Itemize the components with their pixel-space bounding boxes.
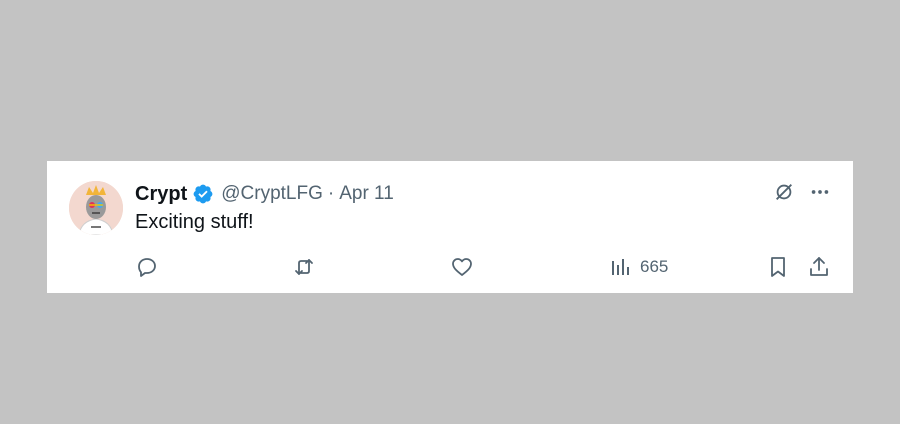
timestamp[interactable]: Apr 11	[339, 183, 394, 205]
more-options-icon[interactable]	[809, 181, 831, 203]
verified-badge-icon	[192, 183, 214, 205]
views-chart-icon	[612, 259, 629, 275]
share-icon	[810, 257, 828, 276]
grok-icon[interactable]	[773, 181, 795, 203]
user-handle[interactable]: @CryptLFG	[221, 183, 323, 205]
tweet-text: Exciting stuff!	[135, 211, 254, 233]
display-name[interactable]: Crypt	[135, 183, 187, 206]
avatar[interactable]	[69, 181, 123, 235]
separator-dot: ·	[327, 183, 335, 204]
retweet-icon	[295, 259, 313, 275]
share-button[interactable]	[807, 255, 831, 279]
reply-button[interactable]	[135, 255, 159, 279]
heart-icon	[452, 258, 472, 276]
bookmark-icon	[771, 257, 785, 277]
tweet-header: Crypt @CryptLFG · Apr 11	[135, 181, 394, 207]
like-button[interactable]	[450, 255, 474, 279]
top-right-icons	[773, 181, 831, 203]
views-button[interactable]: 665	[608, 255, 668, 279]
views-count: 665	[640, 257, 669, 276]
reply-icon	[138, 258, 156, 277]
tweet-card[interactable]: Crypt @CryptLFG · Apr 11 Exciting stuff!	[47, 161, 853, 293]
retweet-button[interactable]	[292, 255, 316, 279]
bookmark-button[interactable]	[766, 255, 790, 279]
